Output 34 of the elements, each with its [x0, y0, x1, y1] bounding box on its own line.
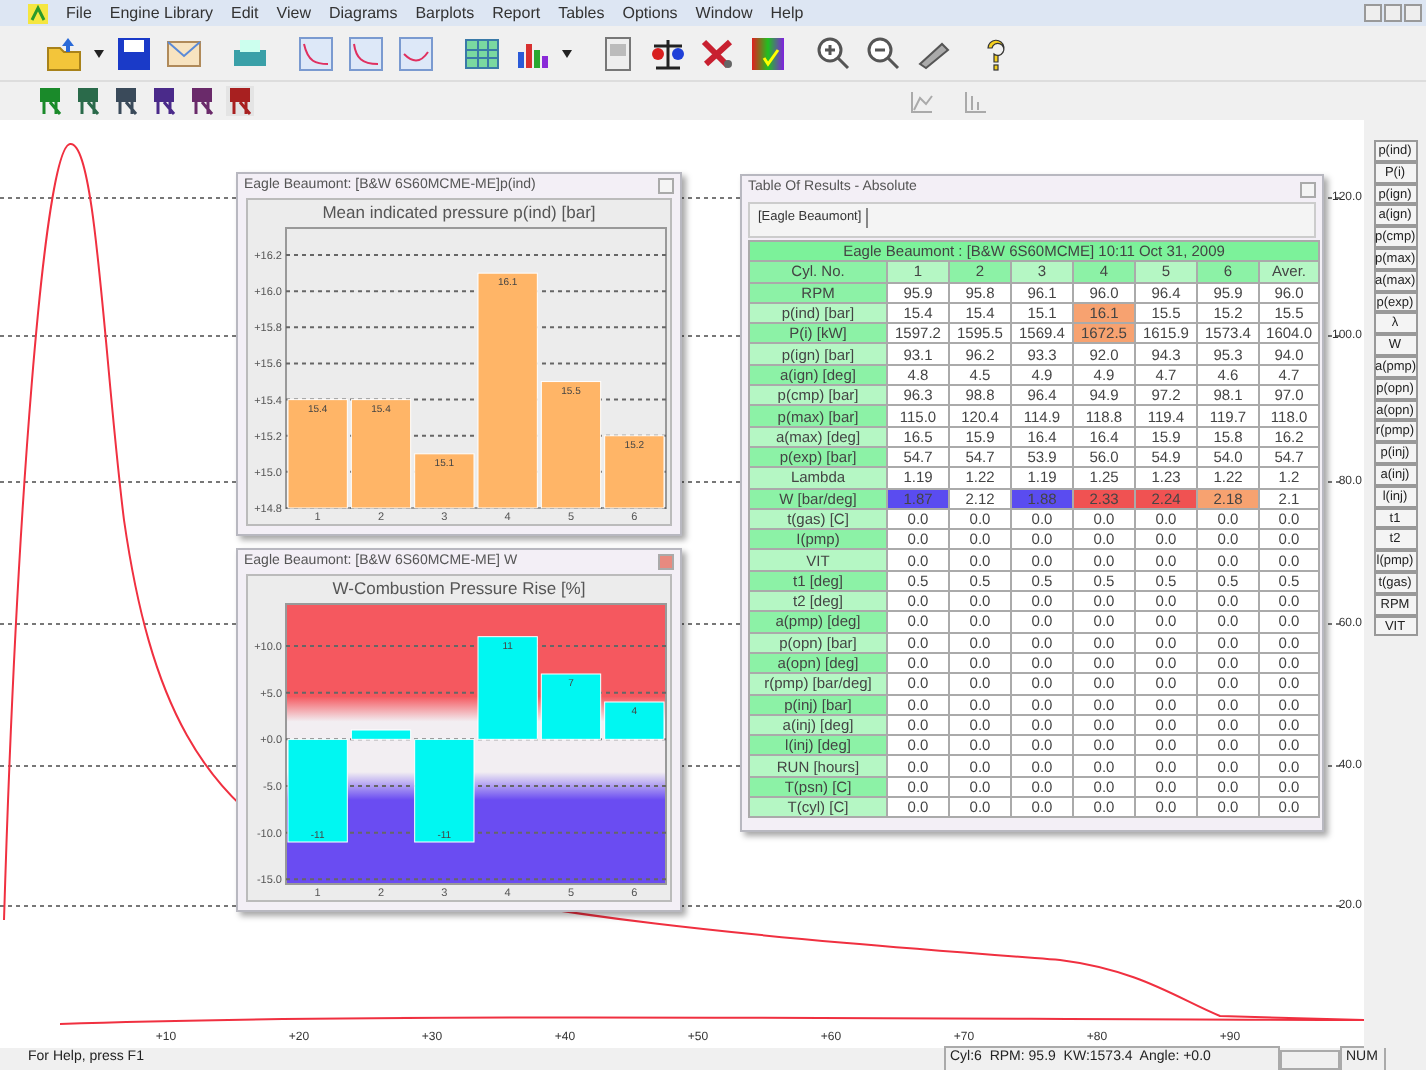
menu-item[interactable]: Edit	[230, 1, 259, 25]
stand-icon[interactable]	[112, 86, 140, 116]
stand-icon[interactable]	[150, 86, 178, 116]
menu-item[interactable]: Engine Library	[109, 1, 213, 25]
app-icon	[28, 3, 48, 23]
zoom-in-icon[interactable]	[814, 33, 854, 73]
line-chart-icon[interactable]	[346, 33, 386, 73]
table-icon[interactable]	[462, 33, 502, 73]
menu-item[interactable]: Help	[770, 1, 804, 25]
menu-item[interactable]: Diagrams	[328, 1, 398, 25]
line-chart-icon[interactable]	[396, 33, 436, 73]
stand-icon[interactable]	[188, 86, 216, 116]
zoom-out-icon[interactable]	[864, 33, 904, 73]
stand-icon[interactable]	[226, 86, 254, 116]
menu-item[interactable]: Barplots	[415, 1, 475, 25]
color-palette-icon[interactable]	[748, 33, 788, 73]
chart-title: W-Combustion Pressure Rise [%]	[332, 576, 586, 602]
menu-item[interactable]: File	[66, 1, 92, 25]
stand-icon[interactable]	[36, 86, 64, 116]
dropdown-caret-icon[interactable]	[94, 49, 104, 57]
line-chart-icon	[910, 89, 934, 113]
open-folder-icon[interactable]	[44, 33, 84, 73]
menu-item[interactable]: Window	[695, 1, 753, 25]
bar-chart-icon	[964, 89, 988, 113]
status-pane	[1280, 1049, 1340, 1069]
menu-item[interactable]: View	[276, 1, 311, 25]
stand-icon[interactable]	[74, 86, 102, 116]
menu-item[interactable]: Report	[492, 1, 541, 25]
menu-item[interactable]: Options	[622, 1, 678, 25]
dropdown-caret-icon[interactable]	[562, 49, 572, 57]
menu-item[interactable]: Tables	[558, 1, 605, 25]
chart-title: Mean indicated pressure p(ind) [bar]	[322, 200, 596, 226]
line-chart-icon[interactable]	[296, 33, 336, 73]
bar	[287, 399, 348, 509]
